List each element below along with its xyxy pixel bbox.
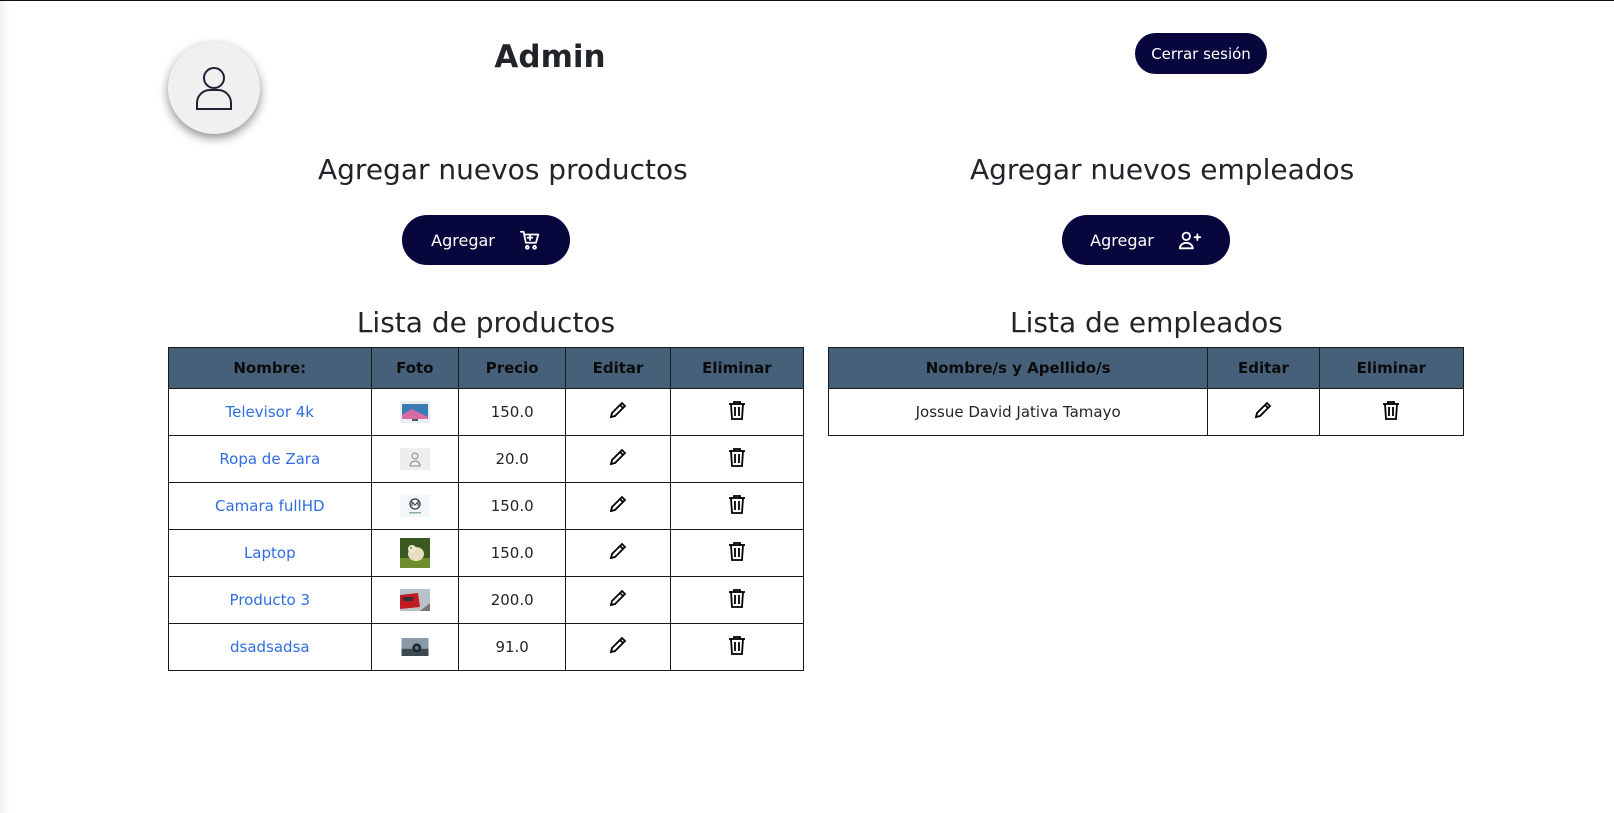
logout-button[interactable]: Cerrar sesión	[1135, 33, 1267, 74]
product-link[interactable]: dsadsadsa	[230, 638, 310, 656]
product-name-cell: Camara fullHD	[168, 482, 372, 530]
pencil-icon[interactable]	[608, 588, 628, 608]
product-edit-cell	[565, 529, 671, 577]
products-table-header: Nombre: Foto Precio Editar Eliminar	[168, 347, 805, 389]
product-price-cell: 150.0	[457, 482, 567, 530]
person-icon	[196, 67, 232, 110]
product-photo-cell	[370, 435, 459, 483]
add-employee-label: Agregar	[1090, 230, 1154, 250]
pencil-icon[interactable]	[608, 400, 628, 420]
product-name-cell: dsadsadsa	[168, 623, 372, 671]
column-header-edit: Editar	[1207, 347, 1320, 389]
employee-edit-cell	[1207, 388, 1320, 436]
trash-icon[interactable]	[728, 588, 746, 608]
pencil-icon[interactable]	[608, 494, 628, 514]
product-photo-cell	[370, 388, 459, 436]
employee-delete-cell	[1318, 388, 1465, 436]
product-photo-cell	[370, 529, 459, 577]
product-delete-cell	[669, 576, 805, 624]
employees-table-header: Nombre/s y Apellido/s Editar Eliminar	[827, 347, 1465, 389]
table-row: Televisor 4k 150.0	[168, 388, 805, 436]
column-header-delete: Eliminar	[669, 347, 805, 389]
product-link[interactable]: Producto 3	[230, 591, 310, 609]
product-edit-cell	[565, 435, 671, 483]
dog-photo-thumbnail	[399, 538, 430, 568]
products-table: Nombre: Foto Precio Editar Eliminar Tele…	[168, 347, 805, 671]
employee-name-cell: Jossue David Jativa Tamayo	[827, 388, 1209, 436]
trash-icon[interactable]	[728, 400, 746, 420]
placeholder-person-thumbnail	[399, 448, 430, 470]
product-edit-cell	[565, 482, 671, 530]
red-train-thumbnail	[399, 589, 430, 611]
product-edit-cell	[565, 388, 671, 436]
product-link[interactable]: Ropa de Zara	[219, 450, 320, 468]
product-price-cell: 200.0	[457, 576, 567, 624]
add-products-title: Agregar nuevos productos	[318, 153, 688, 186]
product-price-cell: 20.0	[457, 435, 567, 483]
pencil-icon[interactable]	[608, 635, 628, 655]
add-employee-button[interactable]: Agregar	[1062, 215, 1230, 265]
add-product-button[interactable]: Agregar	[402, 215, 570, 265]
table-row: Camara fullHD 150.0	[168, 482, 805, 530]
cart-icon	[519, 230, 540, 250]
table-row: Laptop 150.0	[168, 529, 805, 577]
product-photo-cell	[370, 482, 459, 530]
page-edge-shade	[0, 1, 10, 813]
add-employees-title: Agregar nuevos empleados	[970, 153, 1355, 186]
product-edit-cell	[565, 623, 671, 671]
logo-thumbnail	[399, 495, 430, 517]
product-price-cell: 91.0	[457, 623, 567, 671]
product-name-cell: Televisor 4k	[168, 388, 372, 436]
table-row: Ropa de Zara 20.0	[168, 435, 805, 483]
tv-thumbnail	[399, 401, 430, 423]
table-row: dsadsadsa 91.0	[168, 623, 805, 671]
products-list-title: Lista de productos	[356, 306, 616, 339]
product-edit-cell	[565, 576, 671, 624]
employees-list-title: Lista de empleados	[1010, 306, 1283, 339]
employees-table: Nombre/s y Apellido/s Editar Eliminar Jo…	[827, 347, 1465, 436]
trash-icon[interactable]	[728, 494, 746, 514]
table-row: Jossue David Jativa Tamayo	[827, 388, 1465, 436]
product-delete-cell	[669, 623, 805, 671]
column-header-full-name: Nombre/s y Apellido/s	[827, 347, 1209, 389]
column-header-edit: Editar	[565, 347, 671, 389]
trash-icon[interactable]	[728, 447, 746, 467]
pencil-icon[interactable]	[1253, 400, 1273, 420]
product-delete-cell	[669, 435, 805, 483]
product-price-cell: 150.0	[457, 529, 567, 577]
column-header-price: Precio	[457, 347, 567, 389]
avatar	[168, 42, 260, 134]
product-name-cell: Ropa de Zara	[168, 435, 372, 483]
product-price-cell: 150.0	[457, 388, 567, 436]
product-link[interactable]: Laptop	[244, 544, 296, 562]
product-name-cell: Producto 3	[168, 576, 372, 624]
landscape-thumbnail	[401, 638, 429, 657]
product-delete-cell	[669, 529, 805, 577]
product-photo-cell	[370, 576, 459, 624]
trash-icon[interactable]	[728, 541, 746, 561]
column-header-delete: Eliminar	[1318, 347, 1465, 389]
add-product-label: Agregar	[431, 230, 495, 250]
product-delete-cell	[669, 482, 805, 530]
product-delete-cell	[669, 388, 805, 436]
column-header-name: Nombre:	[168, 347, 372, 389]
product-link[interactable]: Televisor 4k	[226, 403, 314, 421]
pencil-icon[interactable]	[608, 541, 628, 561]
trash-icon[interactable]	[1382, 400, 1400, 420]
pencil-icon[interactable]	[608, 447, 628, 467]
trash-icon[interactable]	[728, 635, 746, 655]
product-name-cell: Laptop	[168, 529, 372, 577]
product-link[interactable]: Camara fullHD	[215, 497, 325, 515]
page-title: Admin	[494, 39, 606, 75]
table-row: Producto 3 200.0	[168, 576, 805, 624]
column-header-photo: Foto	[370, 347, 459, 389]
person-plus-icon	[1178, 231, 1201, 250]
product-photo-cell	[370, 623, 459, 671]
